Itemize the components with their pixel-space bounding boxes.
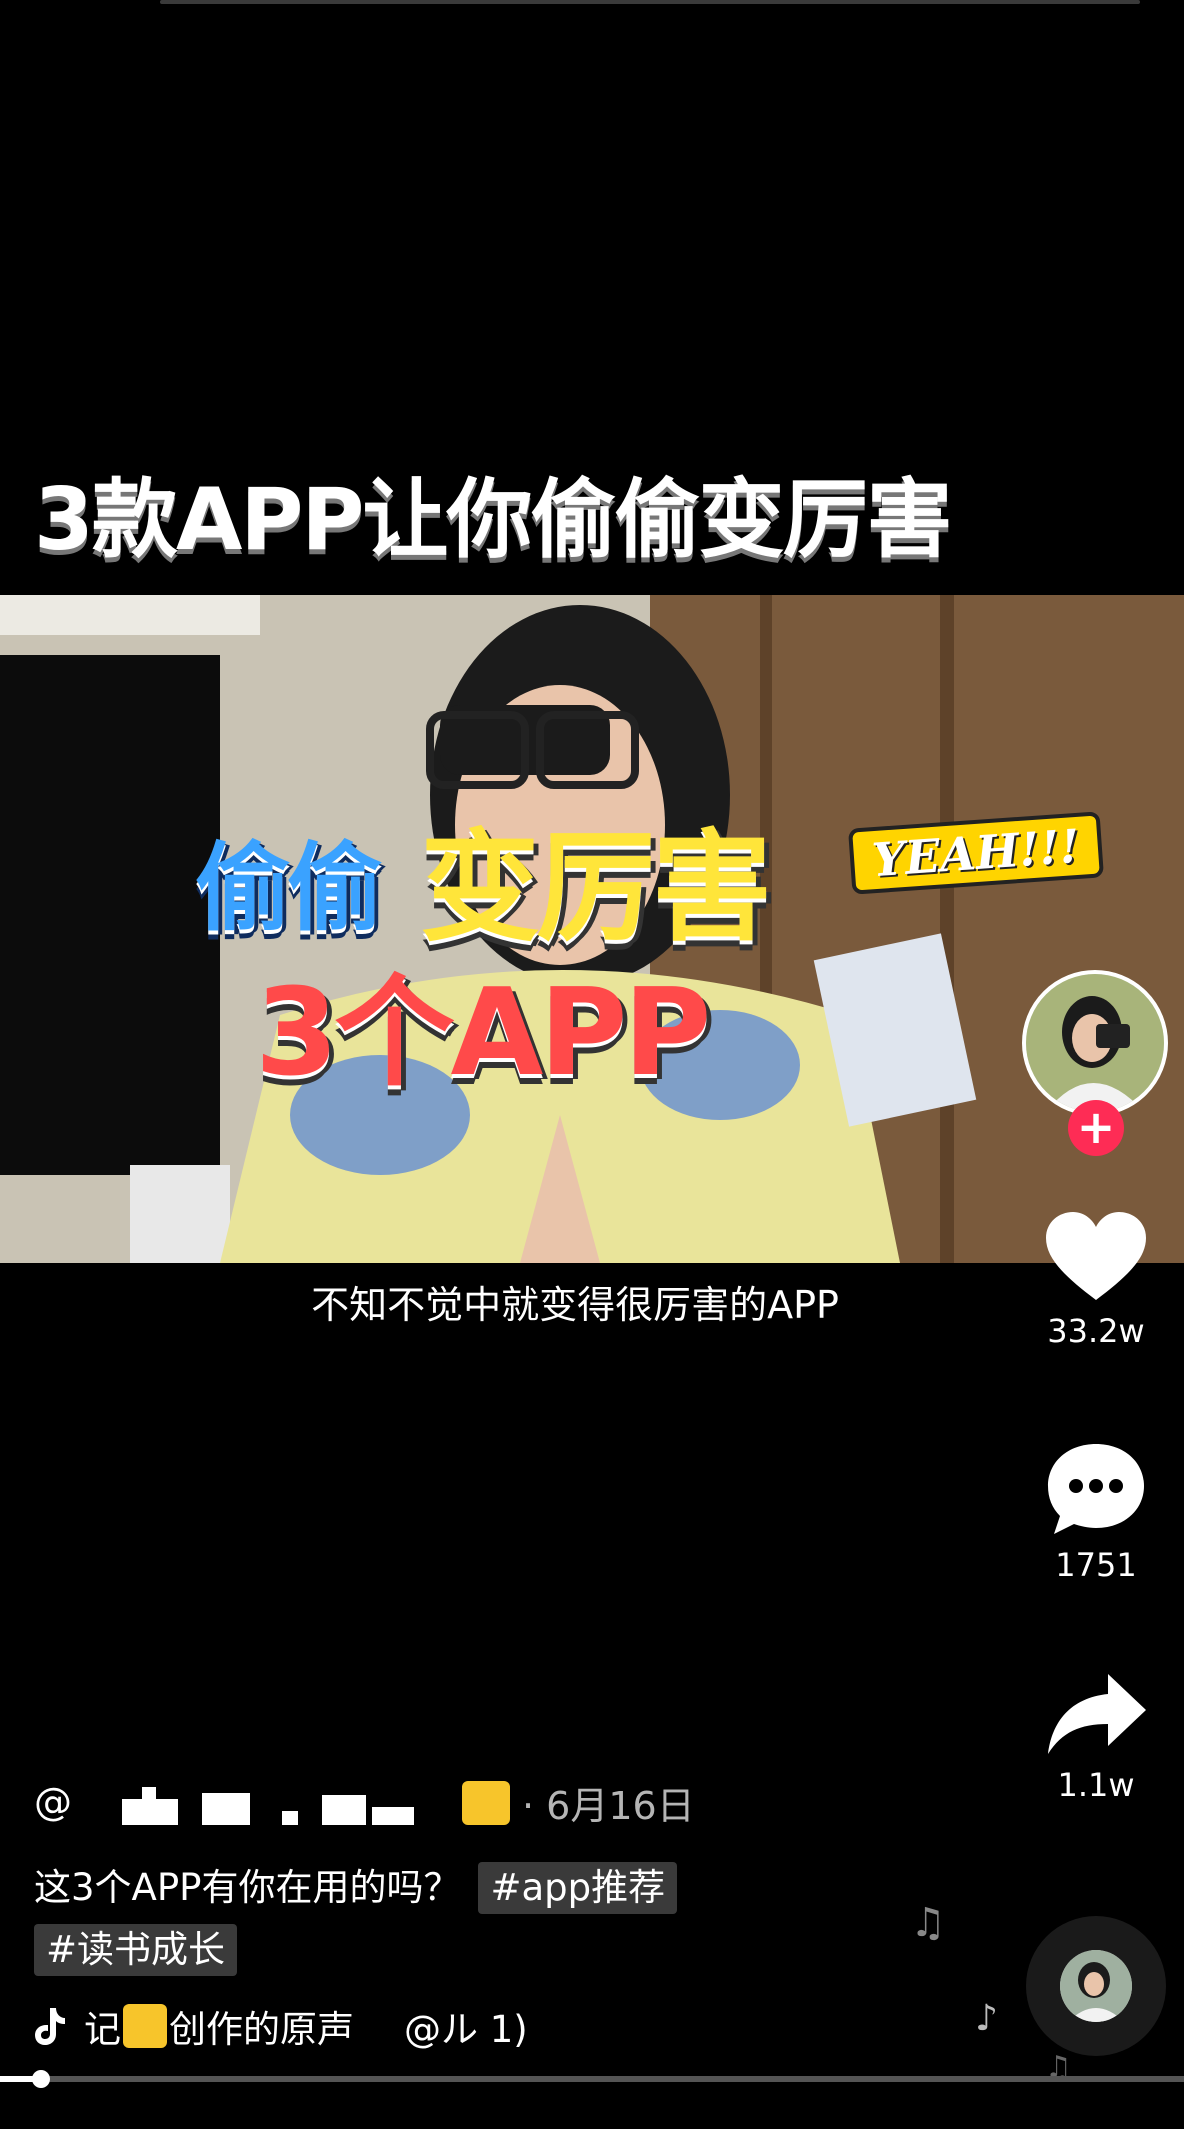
author-row[interactable]: @ · 6月16日 — [34, 1774, 695, 1830]
notebook-emoji-icon — [462, 1781, 510, 1825]
share-arrow-icon — [1048, 1674, 1146, 1754]
floating-note-icon: ♪ — [975, 1998, 998, 2039]
post-caption: 这3个APP有你在用的吗？ #app推荐 #读书成长 — [34, 1858, 1034, 1980]
follow-button[interactable]: + — [1068, 1100, 1124, 1156]
share-count: 1.1w — [1057, 1766, 1135, 1804]
music-disc[interactable] — [1026, 1916, 1166, 2056]
video-frame[interactable]: 偷偷 变厉害 YEAH!!! 3个APP — [0, 595, 1184, 1263]
status-strip — [160, 0, 1140, 4]
disc-cover-image — [1060, 1950, 1132, 2022]
like-button[interactable]: 33.2w — [1040, 1210, 1152, 1350]
author-at-sign: @ — [34, 1780, 72, 1824]
music-row[interactable]: 记 创作的原声 @ル 1) — [34, 1998, 528, 2054]
music-title-prefix: 记 — [84, 2008, 121, 2051]
music-author[interactable]: @ル 1) — [404, 1999, 528, 2053]
video-subtitle: 不知不觉中就变得很厉害的APP — [311, 1283, 839, 1327]
disc-cover-photo — [1060, 1950, 1132, 2022]
creator-avatar[interactable] — [1022, 970, 1168, 1116]
playback-scrubber-handle[interactable] — [32, 2070, 51, 2088]
floating-note-icon: ♫ — [910, 1900, 946, 1946]
tiktok-note-icon — [35, 2008, 65, 2045]
avatar-photo — [1026, 974, 1164, 1112]
playback-progress-track[interactable] — [0, 2076, 1184, 2082]
share-button[interactable]: 1.1w — [1040, 1672, 1152, 1804]
video-headline: 3款APP让你偷偷变厉害 — [34, 470, 952, 570]
comment-bubble-icon — [1048, 1444, 1144, 1534]
hashtag-link[interactable]: #app推荐 — [478, 1862, 678, 1914]
hashtag-link[interactable]: #读书成长 — [34, 1924, 238, 1976]
like-count: 33.2w — [1047, 1312, 1145, 1350]
author-name-redacted[interactable] — [72, 1777, 510, 1827]
post-date: · 6月16日 — [522, 1783, 695, 1828]
notebook-emoji-icon — [123, 2004, 167, 2048]
overlay-text-red: 3个APP — [255, 964, 711, 1103]
comment-count: 1751 — [1055, 1546, 1137, 1584]
overlay-text-blue: 偷偷 — [195, 832, 383, 944]
heart-icon — [1046, 1212, 1146, 1300]
music-title-suffix: 创作的原声 — [169, 2008, 354, 2051]
caption-text: 这3个APP有你在用的吗？ — [34, 1866, 461, 1909]
comment-button[interactable]: 1751 — [1040, 1440, 1152, 1584]
